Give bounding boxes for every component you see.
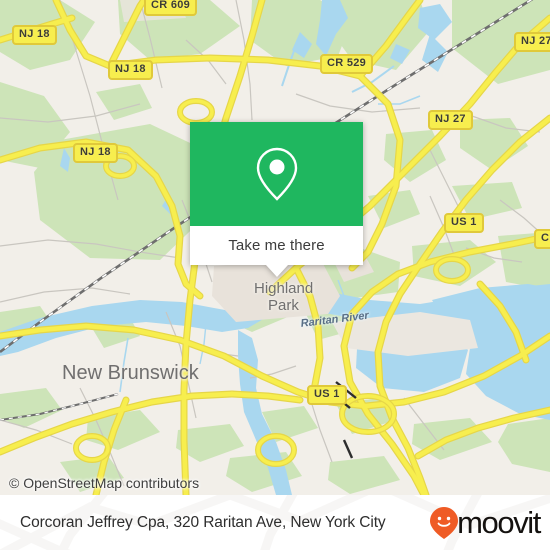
place-label: Park xyxy=(268,297,299,314)
take-me-there-button[interactable]: Take me there xyxy=(190,226,363,265)
take-me-there-label: Take me there xyxy=(228,237,325,254)
road-shield: US 1 xyxy=(444,213,484,233)
popup-image-panel xyxy=(190,122,363,226)
map-canvas[interactable]: NJ 18 CR 609 NJ 18 CR 529 NJ 27 NJ 27 NJ 18 US … xyxy=(0,0,550,495)
moovit-pin-icon xyxy=(430,506,459,539)
road-shield: NJ 18 xyxy=(12,25,57,45)
road-shield: NJ 27 xyxy=(514,32,550,52)
road-shield: US 1 xyxy=(307,385,347,405)
road-shield: CR 529 xyxy=(320,54,374,74)
moovit-wordmark: moovit xyxy=(457,504,541,540)
place-label: New Brunswick xyxy=(62,362,199,384)
osm-attribution[interactable]: © OpenStreetMap contributors xyxy=(9,475,199,491)
place-label: Highland xyxy=(254,280,314,297)
map-pin-icon xyxy=(256,147,297,201)
road-shield: CR 609 xyxy=(144,0,198,16)
road-shield: NJ 18 xyxy=(108,60,153,80)
location-title: Corcoran Jeffrey Cpa, 320 Raritan Ave, N… xyxy=(20,513,386,531)
moovit-logo[interactable]: moovit xyxy=(429,504,541,541)
road-shield: NJ 18 xyxy=(73,143,118,163)
location-popup[interactable]: Take me there xyxy=(190,122,363,277)
footer-bar: Corcoran Jeffrey Cpa, 320 Raritan Ave, N… xyxy=(0,495,550,550)
road-shield: NJ 27 xyxy=(428,110,473,130)
road-shield: CR xyxy=(534,229,550,249)
popup-tail xyxy=(265,265,288,277)
